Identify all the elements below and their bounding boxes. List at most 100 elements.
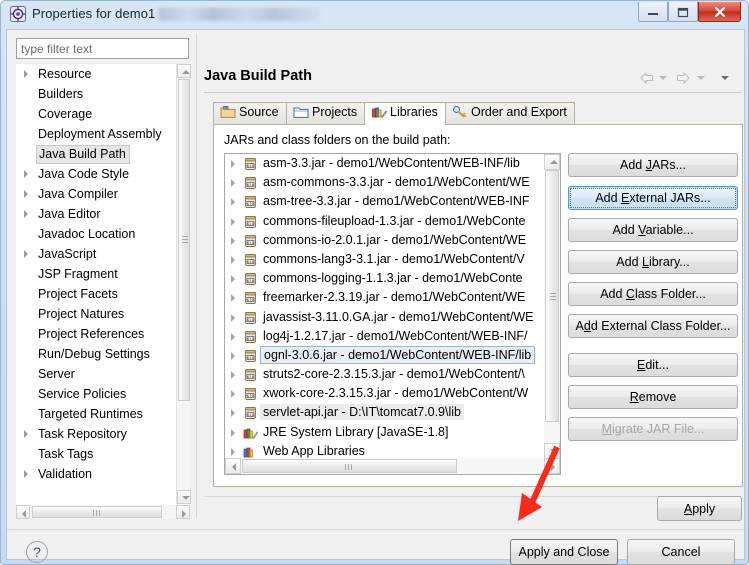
jar-list-item[interactable]: 010 commons-lang3-3.1.jar - demo1/WebCont… bbox=[225, 250, 544, 269]
tree-scroll-right-button[interactable] bbox=[176, 505, 190, 519]
jar-list-item[interactable]: 010 asm-tree-3.3.jar - demo1/WebContent/W… bbox=[225, 192, 544, 211]
expand-triangle-icon[interactable] bbox=[231, 217, 235, 226]
sidebar-item-task-repository[interactable]: Task Repository bbox=[16, 424, 174, 444]
jar-list-item[interactable]: 010 javassist-3.11.0.GA.jar - demo1/WebCo… bbox=[225, 308, 544, 327]
expand-triangle-icon[interactable] bbox=[231, 160, 235, 168]
sidebar-item-targeted-runtimes[interactable]: Targeted Runtimes bbox=[16, 404, 174, 424]
sidebar-item-javascript[interactable]: JavaScript bbox=[16, 244, 174, 264]
close-button[interactable] bbox=[698, 2, 741, 22]
sidebar-item-deployment-assembly[interactable]: Deployment Assembly bbox=[16, 124, 174, 144]
expand-triangle-icon[interactable] bbox=[231, 371, 235, 380]
tree-scroll-up-button[interactable] bbox=[177, 64, 191, 78]
minimize-button[interactable] bbox=[638, 2, 668, 22]
add-variable-button[interactable]: Add Variable... bbox=[568, 218, 738, 242]
add-class-folder-button[interactable]: Add Class Folder... bbox=[568, 282, 738, 306]
sidebar-item-jsp-fragment[interactable]: JSP Fragment bbox=[16, 264, 174, 284]
tree-scroll-left-button[interactable] bbox=[16, 505, 30, 519]
sidebar-item-server[interactable]: Server bbox=[16, 364, 174, 384]
jar-list-item[interactable]: 010 servlet-api.jar - D:\IT\tomcat7.0.9\l… bbox=[225, 403, 544, 422]
tree-scroll-thumb[interactable] bbox=[178, 79, 190, 401]
add-jars-button[interactable]: Add JARs... bbox=[568, 153, 738, 177]
sidebar-item-resource[interactable]: Resource bbox=[16, 64, 174, 84]
jar-vertical-scrollbar[interactable] bbox=[544, 154, 560, 459]
expand-triangle-icon[interactable] bbox=[231, 198, 235, 207]
expand-triangle-icon[interactable] bbox=[231, 409, 235, 418]
preference-tree[interactable]: Resource Builders Coverage Deployment Assem… bbox=[16, 64, 191, 519]
jar-scroll-right-button[interactable] bbox=[544, 458, 560, 474]
sidebar-item-java-code-style[interactable]: Java Code Style bbox=[16, 164, 174, 184]
jar-list-item[interactable]: 010 log4j-1.2.17.jar - demo1/WebContent/W… bbox=[225, 327, 544, 346]
jar-scroll-up-button[interactable] bbox=[544, 154, 560, 170]
expand-triangle-icon[interactable] bbox=[231, 332, 235, 341]
sidebar-item-project-natures[interactable]: Project Natures bbox=[16, 304, 174, 324]
expand-triangle-icon[interactable] bbox=[231, 447, 235, 456]
jar-horizontal-scrollbar[interactable] bbox=[225, 458, 560, 474]
jar-list-item[interactable]: JRE System Library [JavaSE-1.8] bbox=[225, 423, 544, 442]
apply-button[interactable]: Apply bbox=[657, 496, 742, 521]
tree-vertical-scrollbar[interactable] bbox=[176, 64, 191, 504]
sidebar-item-javadoc-location[interactable]: Javadoc Location bbox=[16, 224, 174, 244]
sidebar-item-java-compiler[interactable]: Java Compiler bbox=[16, 184, 174, 204]
help-question-icon[interactable]: ? bbox=[26, 541, 48, 563]
jar-list-item[interactable]: 010 commons-fileupload-1.3.jar - demo1/We… bbox=[225, 212, 544, 231]
jar-scroll-left-button[interactable] bbox=[225, 458, 241, 474]
sidebar-item-task-tags[interactable]: Task Tags bbox=[16, 444, 174, 464]
expand-triangle-icon[interactable] bbox=[231, 351, 235, 360]
back-arrow-icon[interactable] bbox=[639, 71, 655, 85]
jar-list-item[interactable]: 010 commons-logging-1.1.3.jar - demo1/Web… bbox=[225, 269, 544, 288]
expand-triangle-icon[interactable] bbox=[24, 190, 28, 198]
sidebar-item-run-debug-settings[interactable]: Run/Debug Settings bbox=[16, 344, 174, 364]
navigation-toolbar[interactable] bbox=[639, 71, 743, 87]
title-bar[interactable]: Properties for demo1 bbox=[1, 1, 748, 28]
expand-triangle-icon[interactable] bbox=[231, 294, 235, 303]
edit-button[interactable]: Edit... bbox=[568, 353, 738, 377]
jar-scroll-thumb[interactable] bbox=[545, 170, 559, 422]
expand-triangle-icon[interactable] bbox=[231, 313, 235, 322]
tree-horizontal-scrollbar[interactable] bbox=[16, 505, 190, 519]
sidebar-item-project-references[interactable]: Project References bbox=[16, 324, 174, 344]
expand-triangle-icon[interactable] bbox=[231, 275, 235, 284]
back-menu-chevron-down-icon[interactable] bbox=[659, 76, 667, 80]
expand-triangle-icon[interactable] bbox=[231, 179, 235, 188]
add-library-button[interactable]: Add Library... bbox=[568, 250, 738, 274]
expand-triangle-icon[interactable] bbox=[24, 210, 28, 218]
add-external-jars-button[interactable]: Add External JARs... bbox=[568, 186, 738, 210]
sidebar-item-validation[interactable]: Validation bbox=[16, 464, 174, 484]
jar-hscroll-thumb[interactable] bbox=[242, 459, 457, 473]
tab-libraries[interactable]: Libraries bbox=[364, 102, 446, 125]
tab-source[interactable]: Source bbox=[213, 102, 287, 124]
expand-triangle-icon[interactable] bbox=[24, 250, 28, 258]
expand-triangle-icon[interactable] bbox=[231, 255, 235, 264]
add-external-class-folder-button[interactable]: Add External Class Folder... bbox=[568, 314, 738, 338]
jar-list-item[interactable]: 010 commons-io-2.0.1.jar - demo1/WebConte… bbox=[225, 231, 544, 250]
jar-list-item[interactable]: 010 freemarker-2.3.19.jar - demo1/WebCont… bbox=[225, 288, 544, 307]
expand-triangle-icon[interactable] bbox=[24, 70, 28, 78]
jar-list-item[interactable]: 010 struts2-core-2.3.15.3.jar - demo1/Web… bbox=[225, 365, 544, 384]
sidebar-item-builders[interactable]: Builders bbox=[16, 84, 174, 104]
jar-list[interactable]: 010 asm-3.3.jar - demo1/WebContent/WEB-IN… bbox=[224, 153, 561, 475]
expand-triangle-icon[interactable] bbox=[24, 430, 28, 438]
tree-hscroll-thumb[interactable] bbox=[32, 506, 162, 518]
remove-button[interactable]: Remove bbox=[568, 385, 738, 409]
forward-menu-chevron-down-icon[interactable] bbox=[697, 76, 705, 80]
jar-list-item[interactable]: 010 asm-3.3.jar - demo1/WebContent/WEB-IN… bbox=[225, 154, 544, 173]
tree-scroll-down-button[interactable] bbox=[177, 490, 191, 504]
cancel-button[interactable]: Cancel bbox=[627, 539, 735, 565]
tab-order-and-export[interactable]: Order and Export bbox=[445, 102, 575, 124]
expand-triangle-icon[interactable] bbox=[24, 470, 28, 478]
jar-list-item[interactable]: 010 xwork-core-2.3.15.3.jar - demo1/WebCo… bbox=[225, 384, 544, 403]
forward-arrow-icon[interactable] bbox=[675, 71, 691, 85]
expand-triangle-icon[interactable] bbox=[231, 428, 235, 437]
expand-triangle-icon[interactable] bbox=[24, 170, 28, 178]
view-menu-chevron-down-icon[interactable] bbox=[721, 76, 729, 80]
filter-input[interactable]: type filter text bbox=[16, 38, 189, 59]
sidebar-item-project-facets[interactable]: Project Facets bbox=[16, 284, 174, 304]
apply-and-close-button[interactable]: Apply and Close bbox=[510, 539, 618, 565]
sidebar-item-java-editor[interactable]: Java Editor bbox=[16, 204, 174, 224]
sidebar-item-coverage[interactable]: Coverage bbox=[16, 104, 174, 124]
jar-scroll-down-button[interactable] bbox=[544, 443, 560, 459]
restore-button[interactable] bbox=[668, 2, 698, 22]
jar-list-item[interactable]: 010 asm-commons-3.3.jar - demo1/WebConten… bbox=[225, 173, 544, 192]
sidebar-item-java-build-path[interactable]: Java Build Path bbox=[16, 144, 174, 164]
jar-list-item[interactable]: 010 ognl-3.0.6.jar - demo1/WebContent/WEB… bbox=[225, 345, 544, 365]
